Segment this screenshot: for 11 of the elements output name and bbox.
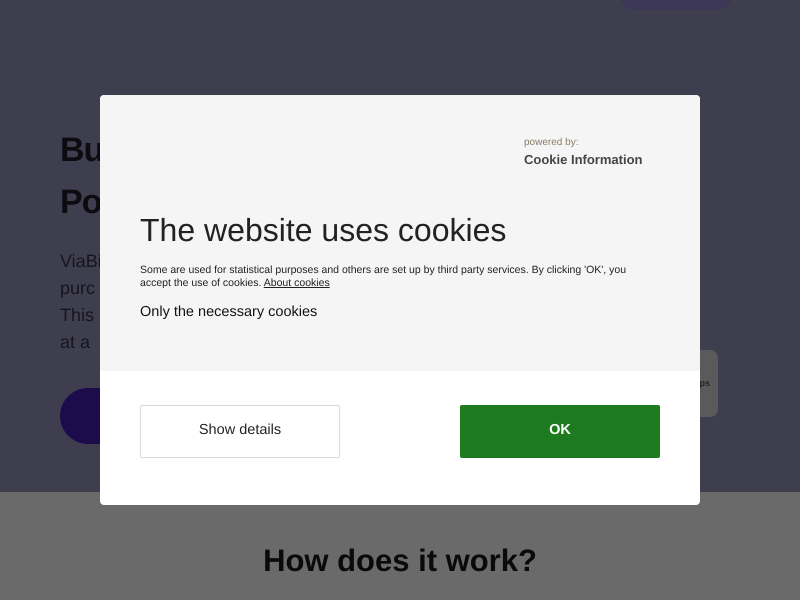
ok-button[interactable]: OK — [460, 404, 660, 458]
dialog-title: The website uses cookies — [140, 210, 506, 250]
about-cookies-link[interactable]: About cookies — [264, 276, 330, 288]
side-card-text: ps — [699, 376, 710, 390]
section-title: How does it work? — [263, 542, 537, 580]
dialog-body: Some are used for statistical purposes and others are set up by third party services. By clicking 'OK', you accept the use of cookies. About cookies — [140, 264, 628, 290]
powered-by-label: powered by: — [524, 136, 578, 150]
show-details-button[interactable]: Show details — [140, 404, 340, 458]
necessary-cookies-option[interactable]: Only the necessary cookies — [140, 302, 318, 324]
brand-name: Cookie Information — [524, 151, 642, 169]
hero-heading: Po — [60, 182, 102, 223]
